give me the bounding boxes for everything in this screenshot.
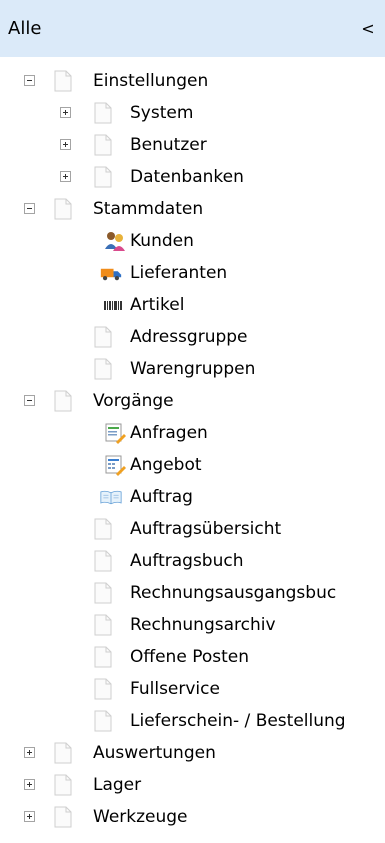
document-icon	[94, 518, 112, 540]
document-icon	[94, 326, 112, 348]
tree-node-label: Auftragsübersicht	[130, 519, 282, 539]
tree-node-anfragen[interactable]: Anfragen	[0, 418, 385, 450]
tree-node-label: Einstellungen	[93, 71, 209, 91]
tree-node-auftragsuebersicht[interactable]: Auftragsübersicht	[0, 514, 385, 546]
collapse-panel-button[interactable]: <	[358, 17, 378, 41]
tree-node-offene-posten[interactable]: Offene Posten	[0, 642, 385, 674]
document-icon	[94, 134, 112, 156]
expand-icon[interactable]	[60, 139, 71, 150]
tree-node-label: Kunden	[130, 231, 194, 251]
tree-node-label: Anfragen	[130, 423, 208, 443]
tree-node-auftragsbuch[interactable]: Auftragsbuch	[0, 546, 385, 578]
tree-node-datenbanken[interactable]: Datenbanken	[0, 162, 385, 194]
tree-node-label: Adressgruppe	[130, 327, 248, 347]
tree-node-auswertungen[interactable]: Auswertungen	[0, 738, 385, 770]
tree-node-label: Stammdaten	[93, 199, 204, 219]
tree-node-label: System	[130, 103, 194, 123]
document-icon	[94, 646, 112, 668]
tree-node-benutzer[interactable]: Benutzer	[0, 130, 385, 162]
tree-node-lager[interactable]: Lager	[0, 770, 385, 802]
document-icon	[94, 166, 112, 188]
tree-node-label: Warengruppen	[130, 359, 256, 379]
tree-node-label: Lieferschein- / Bestellung	[130, 711, 346, 731]
delivery-truck-icon	[100, 268, 122, 281]
navigation-panel: Alle < Einstellungen System Benutzer Dat…	[0, 0, 385, 843]
tree-node-rechnungsarchiv[interactable]: Rechnungsarchiv	[0, 610, 385, 642]
tree-node-werkzeuge[interactable]: Werkzeuge	[0, 802, 385, 834]
document-icon	[54, 70, 72, 92]
tree-node-label: Offene Posten	[130, 647, 249, 667]
tree-node-kunden[interactable]: Kunden	[0, 226, 385, 258]
expand-icon[interactable]	[24, 811, 35, 822]
document-icon	[94, 550, 112, 572]
tree-node-fullservice[interactable]: Fullservice	[0, 674, 385, 706]
order-book-icon	[100, 490, 122, 505]
tree-node-label: Werkzeuge	[93, 807, 188, 827]
expand-icon[interactable]	[24, 779, 35, 790]
customers-icon	[105, 232, 125, 251]
tree-node-label: Fullservice	[130, 679, 220, 699]
tree-node-label: Rechnungsausgangsbuc	[130, 583, 337, 603]
tree-node-label: Angebot	[130, 455, 202, 475]
expand-icon[interactable]	[24, 747, 35, 758]
tree-node-adressgruppe[interactable]: Adressgruppe	[0, 322, 385, 354]
collapse-icon[interactable]	[24, 395, 35, 406]
inquiry-document-icon	[105, 423, 126, 444]
collapse-icon[interactable]	[24, 203, 35, 214]
document-icon	[54, 806, 72, 828]
tree-node-artikel[interactable]: Artikel	[0, 290, 385, 322]
document-icon	[94, 710, 112, 732]
tree-node-lieferschein[interactable]: Lieferschein- / Bestellung	[0, 706, 385, 738]
document-icon	[94, 358, 112, 380]
document-icon	[54, 742, 72, 764]
tree-node-label: Auftragsbuch	[130, 551, 244, 571]
tree-node-label: Rechnungsarchiv	[130, 615, 276, 635]
offer-document-icon	[105, 455, 126, 476]
tree-node-label: Vorgänge	[93, 391, 174, 411]
tree-node-label: Artikel	[130, 295, 185, 315]
tree-node-label: Lager	[93, 775, 142, 795]
expand-icon[interactable]	[60, 171, 71, 182]
tree-node-label: Auftrag	[130, 487, 193, 507]
tree-node-auftrag[interactable]: Auftrag	[0, 482, 385, 514]
tree-node-rechnungsausgangsbuch[interactable]: Rechnungsausgangsbuc	[0, 578, 385, 610]
document-icon	[94, 582, 112, 604]
document-icon	[54, 198, 72, 220]
tree-node-label: Datenbanken	[130, 167, 244, 187]
document-icon	[54, 390, 72, 412]
document-icon	[94, 614, 112, 636]
tree-node-stammdaten[interactable]: Stammdaten	[0, 194, 385, 226]
document-icon	[94, 678, 112, 700]
panel-title: Alle	[8, 18, 42, 39]
tree-node-label: Auswertungen	[93, 743, 216, 763]
panel-header: Alle <	[0, 0, 385, 57]
document-icon	[54, 774, 72, 796]
tree-node-einstellungen[interactable]: Einstellungen	[0, 66, 385, 98]
barcode-icon	[104, 301, 122, 310]
tree-node-lieferanten[interactable]: Lieferanten	[0, 258, 385, 290]
tree-node-label: Lieferanten	[130, 263, 228, 283]
document-icon	[94, 102, 112, 124]
tree-node-vorgaenge[interactable]: Vorgänge	[0, 386, 385, 418]
tree-node-warengruppen[interactable]: Warengruppen	[0, 354, 385, 386]
expand-icon[interactable]	[60, 107, 71, 118]
tree-node-angebot[interactable]: Angebot	[0, 450, 385, 482]
tree-node-label: Benutzer	[130, 135, 207, 155]
tree-node-system[interactable]: System	[0, 98, 385, 130]
collapse-icon[interactable]	[24, 75, 35, 86]
